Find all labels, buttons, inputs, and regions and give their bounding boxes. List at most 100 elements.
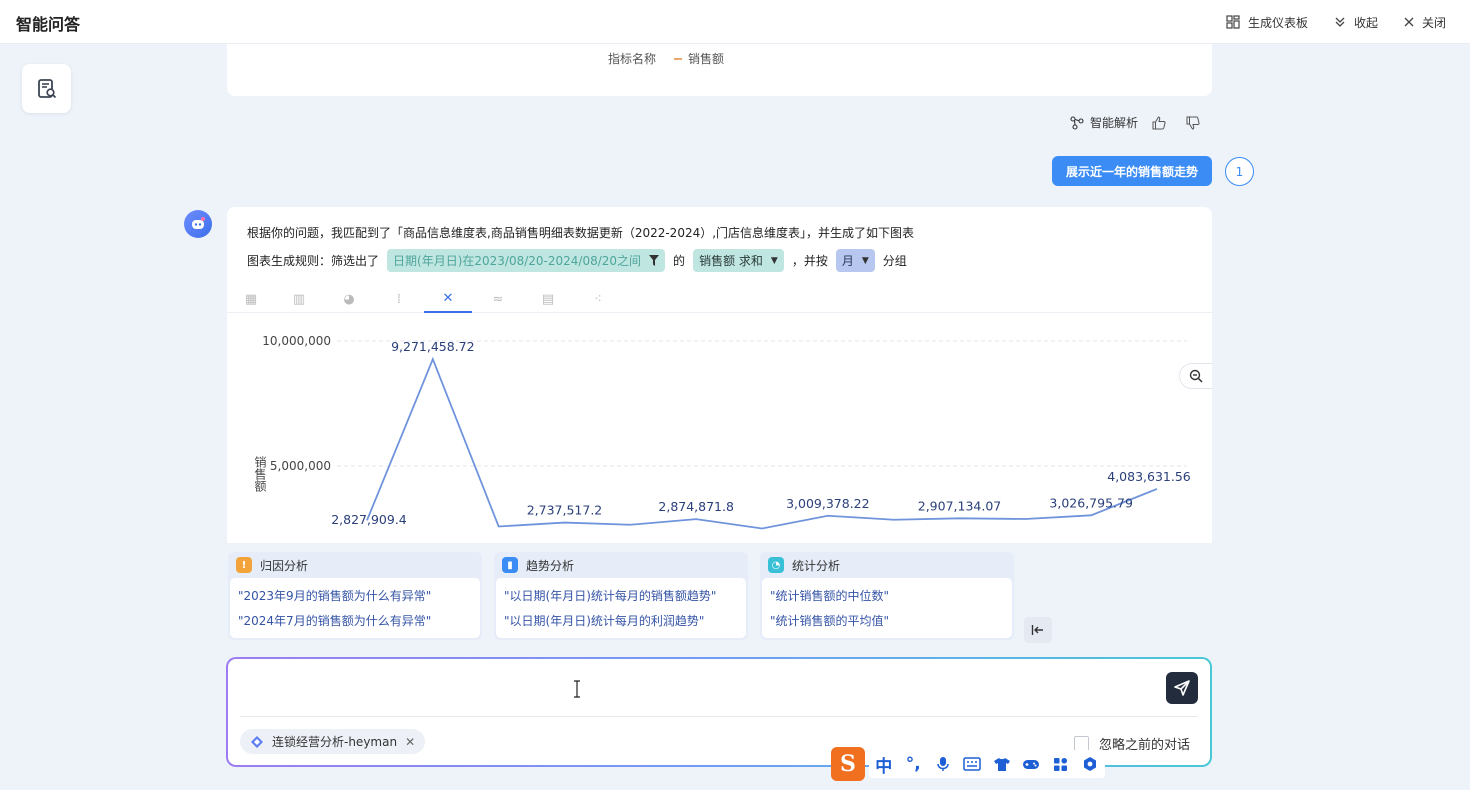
metric-tag[interactable]: 销售额 求和 ▼ xyxy=(693,249,784,272)
ime-settings-icon[interactable] xyxy=(1079,756,1101,772)
collapse-left-icon xyxy=(1031,625,1043,635)
suggestion-item[interactable]: "统计销售额的平均值" xyxy=(770,609,1004,634)
assistant-avatar xyxy=(184,210,212,238)
rule-prefix: 图表生成规则：筛选出了 xyxy=(247,254,380,268)
toolbox-icon[interactable] xyxy=(1050,757,1072,772)
chat-input[interactable] xyxy=(240,673,1160,713)
suggestion-card-statistics: ◔ 统计分析 "统计销售额的中位数" "统计销售额的平均值" xyxy=(760,552,1014,640)
tab-stacked-chart[interactable]: ⁞ xyxy=(375,285,423,313)
keyboard-icon[interactable] xyxy=(961,757,983,771)
tab-line-chart[interactable]: ✕ xyxy=(424,285,472,313)
thumbs-up-icon xyxy=(1152,115,1166,129)
bar-chart-icon: ▮ xyxy=(502,557,518,573)
dataset-icon xyxy=(251,735,263,748)
thumbs-down-button[interactable] xyxy=(1186,116,1206,130)
dashboard-icon xyxy=(1226,15,1240,29)
previous-chart-card: 指标名称 销售额 xyxy=(227,44,1212,96)
ime-mode-toggle[interactable]: 中 xyxy=(873,752,895,777)
filter-tag-label: 日期(年月日)在2023/08/20-2024/08/20之间 xyxy=(393,254,642,268)
tab-bar-chart[interactable]: ▥ xyxy=(275,285,323,313)
data-label: 4,083,631.56 xyxy=(1107,469,1191,484)
column-chart-icon: ▤ xyxy=(541,291,555,307)
scatter-chart-icon: ⁖ xyxy=(594,291,602,307)
user-message-bubble: 展示近一年的销售额走势 xyxy=(1052,156,1212,186)
skin-icon[interactable] xyxy=(991,757,1013,772)
tab-table-chart[interactable]: ▦ xyxy=(227,285,275,313)
ime-toolbar: S 中 °, xyxy=(831,746,1111,782)
thumbs-up-button[interactable] xyxy=(1152,115,1172,130)
chart-legend: 指标名称 销售额 xyxy=(608,50,724,67)
answer-card: 根据你的问题，我匹配到了「商品信息维度表,商品销售明细表数据更新（2022-20… xyxy=(227,207,1212,543)
chevron-down-double-icon xyxy=(1335,17,1345,27)
smart-analysis-label: 智能解析 xyxy=(1090,116,1139,130)
dataset-chip-label: 连锁经营分析-heyman xyxy=(272,735,398,749)
table-icon: ▦ xyxy=(244,291,258,307)
generate-dashboard-label: 生成仪表板 xyxy=(1247,15,1308,30)
suggestion-item[interactable]: "2023年9月的销售额为什么有异常" xyxy=(238,584,472,609)
data-label: 2,907,134.07 xyxy=(918,498,1002,513)
ime-strip: 中 °, xyxy=(869,750,1105,778)
close-button[interactable]: 关闭 xyxy=(1404,14,1446,31)
suggestion-item[interactable]: "2024年7月的销售额为什么有异常" xyxy=(238,609,472,634)
legend-title: 指标名称 xyxy=(608,52,657,66)
send-icon xyxy=(1174,680,1190,696)
suggestion-item[interactable]: "以日期(年月日)统计每月的利润趋势" xyxy=(504,609,738,634)
pie-chart-icon: ◔ xyxy=(768,557,784,573)
sales-line-chart: 10,000,000 5,000,000销售额 2,827,909.4 9,271,4… xyxy=(253,334,1191,530)
filter-icon xyxy=(649,255,660,266)
caret-down-icon: ▼ xyxy=(770,255,778,266)
suggestion-title: 统计分析 xyxy=(792,558,841,573)
chart-type-tabs: ▦ ▥ ◕ ⁞ ✕ ≈ ▤ ⁖ xyxy=(227,285,1212,313)
suggestion-item[interactable]: "以日期(年月日)统计每月的销售额趋势" xyxy=(504,584,738,609)
feedback-row: 智能解析 xyxy=(1070,114,1220,131)
close-icon xyxy=(1404,17,1414,27)
stacked-chart-icon: ⁞ xyxy=(396,291,402,307)
of-text: 的 xyxy=(673,254,686,268)
tab-pie-chart[interactable]: ◕ xyxy=(325,285,373,313)
input-divider xyxy=(240,716,1198,717)
generate-dashboard-button[interactable]: 生成仪表板 xyxy=(1226,14,1308,31)
data-label: 2,827,909.4 xyxy=(331,512,407,527)
collapse-label: 收起 xyxy=(1353,15,1378,30)
legend-item[interactable]: 销售额 xyxy=(688,50,724,67)
zoom-out-button[interactable] xyxy=(1179,363,1212,389)
gamepad-icon[interactable] xyxy=(1020,758,1042,771)
analysis-icon xyxy=(1070,115,1084,130)
warning-icon: ! xyxy=(236,557,252,573)
collapse-button[interactable]: 收起 xyxy=(1334,14,1378,31)
legend-swatch xyxy=(674,57,683,60)
page-title: 智能问答 xyxy=(16,15,81,34)
ime-logo[interactable]: S xyxy=(831,747,865,781)
ime-punct-toggle[interactable]: °, xyxy=(902,754,924,774)
microphone-icon[interactable] xyxy=(932,756,954,772)
dataset-chip[interactable]: 连锁经营分析-heyman ✕ xyxy=(240,729,426,754)
pie-chart-icon: ◕ xyxy=(343,291,355,307)
header-actions: 生成仪表板 收起 关闭 xyxy=(1200,0,1446,44)
remove-dataset-icon[interactable]: ✕ xyxy=(405,735,415,749)
group-tag[interactable]: 月 ▼ xyxy=(835,249,875,272)
group-tag-label: 月 xyxy=(841,254,854,268)
group-by-text: ，并按 xyxy=(791,254,828,268)
caret-down-icon: ▼ xyxy=(861,255,869,266)
robot-icon xyxy=(192,217,205,229)
send-button[interactable] xyxy=(1166,672,1198,704)
history-tool-button[interactable] xyxy=(22,64,71,113)
user-message-index: 1 xyxy=(1225,157,1254,186)
data-label: 9,271,458.72 xyxy=(391,339,475,354)
y-axis-label: 销售额 xyxy=(253,456,267,493)
collapse-suggestions-button[interactable] xyxy=(1024,617,1052,643)
ignore-history-label: 忽略之前的对话 xyxy=(1098,738,1190,753)
text-cursor-icon xyxy=(574,680,580,698)
data-label: 2,737,517.2 xyxy=(527,503,603,518)
tab-area-chart[interactable]: ≈ xyxy=(474,285,522,313)
filter-tag[interactable]: 日期(年月日)在2023/08/20-2024/08/20之间 xyxy=(387,249,666,272)
suggestion-item[interactable]: "统计销售额的中位数" xyxy=(770,584,1004,609)
document-search-icon xyxy=(37,78,56,98)
smart-analysis-button[interactable]: 智能解析 xyxy=(1070,114,1138,131)
tab-column-chart[interactable]: ▤ xyxy=(524,285,572,313)
tab-scatter-chart[interactable]: ⁖ xyxy=(574,285,622,313)
data-label: 3,026,795.79 xyxy=(1049,495,1133,510)
y-tick-label: 5,000,000 xyxy=(270,459,331,473)
data-label: 2,874,871.8 xyxy=(658,499,734,514)
suggestion-card-attribution: ! 归因分析 "2023年9月的销售额为什么有异常" "2024年7月的销售额为… xyxy=(228,552,482,640)
